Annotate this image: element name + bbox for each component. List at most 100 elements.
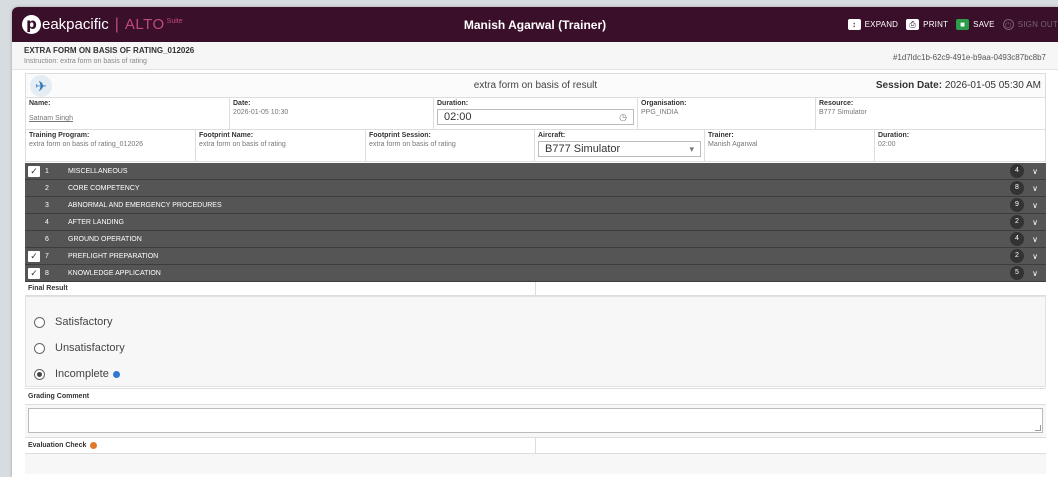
printer-icon: ⎙: [906, 19, 920, 30]
section-row[interactable]: ✓ 7 PREFLIGHT PREPARATION 2 ∨: [25, 248, 1046, 265]
expand-icon: ↕: [847, 19, 861, 30]
section-row[interactable]: 4 AFTER LANDING 2 ∨: [25, 214, 1046, 231]
section-title: ABNORMAL AND EMERGENCY PROCEDURES: [68, 201, 222, 209]
form-content: ✈ extra form on basis of result Session …: [12, 70, 1058, 474]
radio-incomplete[interactable]: Incomplete: [34, 361, 1037, 387]
brand-alto: ALTO: [124, 16, 165, 33]
radio-unsatisfactory[interactable]: Unsatisfactory: [34, 335, 1037, 361]
brand-divider: |: [114, 15, 119, 33]
date-value: 2026-01-05 10:30: [233, 109, 289, 116]
chevron-down-icon[interactable]: ∨: [1024, 167, 1046, 176]
chevron-down-icon[interactable]: ∨: [1024, 252, 1046, 261]
radio-circle-selected[interactable]: [34, 368, 45, 380]
chevron-down-icon[interactable]: ∨: [1024, 235, 1046, 244]
section-row[interactable]: 2 CORE COMPETENCY 8 ∨: [25, 180, 1046, 197]
section-title: MISCELLANEOUS: [68, 167, 128, 175]
print-button[interactable]: ⎙ PRINT: [906, 19, 948, 30]
section-count: 4: [1010, 164, 1024, 178]
final-result-label: Final Result: [25, 282, 536, 295]
chevron-down-icon[interactable]: ∨: [1024, 269, 1046, 278]
aircraft-select-value: B777 Simulator: [545, 143, 621, 155]
resource-label: Resource:: [819, 100, 854, 107]
section-title: KNOWLEDGE APPLICATION: [68, 269, 161, 277]
footprint-session-label: Footprint Session:: [369, 132, 431, 139]
form-instruction: Instruction: extra form on basis of rati…: [24, 58, 147, 65]
section-row[interactable]: ✓ 8 KNOWLEDGE APPLICATION 5 ∨: [25, 265, 1046, 282]
section-number: 1: [45, 167, 49, 175]
resource-cell: Resource: B777 Simulator: [816, 98, 1046, 129]
date-label: Date:: [233, 100, 251, 107]
section-number: 4: [45, 218, 49, 226]
save-button[interactable]: ■ SAVE: [956, 19, 995, 30]
sign-out-button[interactable]: ⏻ SIGN OUT: [1002, 19, 1058, 30]
footprint-name-cell: Footprint Name: extra form on basis of r…: [196, 130, 366, 161]
trainee-name-link[interactable]: Satnam Singh: [29, 115, 226, 122]
chevron-down-icon[interactable]: ∨: [1024, 218, 1046, 227]
info-row-2: Training Program: extra form on basis of…: [25, 130, 1046, 162]
section-row[interactable]: ✓ 1 MISCELLANEOUS 4 ∨: [25, 163, 1046, 180]
form-name: extra form on basis of result: [473, 80, 598, 91]
section-title: CORE COMPETENCY: [68, 184, 140, 192]
check-icon: ✓: [28, 250, 40, 262]
radio-label: Incomplete: [55, 368, 109, 380]
expand-label: EXPAND: [864, 20, 899, 29]
section-title: AFTER LANDING: [68, 218, 125, 226]
grading-comment-textarea[interactable]: [28, 408, 1043, 433]
chevron-down-icon[interactable]: ∨: [1024, 201, 1046, 210]
section-title: PREFLIGHT PREPARATION: [68, 252, 159, 260]
date-cell: Date: 2026-01-05 10:30: [230, 98, 434, 129]
app-frame: p eakpacific | ALTO Suite Manish Agarwal…: [12, 7, 1058, 477]
footprint-name-value: extra form on basis of rating: [199, 141, 286, 148]
logo-p-icon: p: [22, 15, 41, 34]
warning-dot-icon: [90, 442, 98, 449]
section-number: 3: [45, 201, 49, 209]
section-count: 2: [1010, 215, 1024, 229]
section-row[interactable]: 6 GROUND OPERATION 4 ∨: [25, 231, 1046, 248]
duration-cell: Duration: 02:00 ◷: [434, 98, 638, 129]
section-number: 7: [45, 252, 49, 260]
expand-button[interactable]: ↕ EXPAND: [847, 19, 899, 30]
evaluation-check-label-wrap: Evaluation Check: [25, 438, 536, 453]
duration-input[interactable]: 02:00 ◷: [437, 109, 634, 125]
program-cell: Training Program: extra form on basis of…: [26, 130, 196, 161]
section-list: ✓ 1 MISCELLANEOUS 4 ∨ 2 CORE COMPETENCY …: [25, 163, 1046, 282]
duration2-cell: Duration: 02:00: [875, 130, 1046, 161]
final-result-options: Satisfactory Unsatisfactory Incomplete: [25, 296, 1046, 387]
save-label: SAVE: [973, 20, 995, 29]
section-count: 8: [1010, 181, 1024, 195]
section-row[interactable]: 3 ABNORMAL AND EMERGENCY PROCEDURES 9 ∨: [25, 197, 1046, 214]
top-bar: p eakpacific | ALTO Suite Manish Agarwal…: [12, 7, 1058, 42]
evaluation-check-label: Evaluation Check: [28, 442, 87, 449]
organisation-label: Organisation:: [641, 100, 687, 107]
print-label: PRINT: [923, 20, 949, 29]
aircraft-cell: Aircraft: B777 Simulator ▾: [535, 130, 705, 161]
check-icon: ✓: [28, 165, 40, 177]
final-result-header: Final Result: [25, 282, 1046, 296]
footprint-session-value: extra form on basis of rating: [369, 141, 456, 148]
section-number: 8: [45, 269, 49, 277]
radio-circle[interactable]: [34, 316, 45, 328]
radio-satisfactory[interactable]: Satisfactory: [34, 309, 1037, 335]
duration2-value: 02:00: [878, 141, 896, 148]
form-title-bar: ✈ extra form on basis of result Session …: [25, 73, 1046, 98]
chevron-down-icon[interactable]: ∨: [1024, 184, 1046, 193]
evaluation-check-area: [25, 454, 1046, 474]
caret-down-icon: ▾: [689, 143, 694, 154]
section-count: 5: [1010, 266, 1024, 280]
duration-input-value: 02:00: [444, 111, 472, 123]
sign-out-label: SIGN OUT: [1017, 20, 1058, 29]
radio-circle[interactable]: [34, 342, 45, 354]
form-id: #1d7ldc1b-62c9-491e-b9aa-0493c87bc8b7: [892, 53, 1046, 62]
form-title: EXTRA FORM ON BASIS OF RATING_012026: [24, 46, 195, 55]
resource-value: B777 Simulator: [819, 109, 867, 116]
duration-label: Duration:: [437, 100, 469, 107]
form-header: EXTRA FORM ON BASIS OF RATING_012026 Ins…: [12, 42, 1058, 70]
name-cell: Name: Satnam Singh: [26, 98, 230, 129]
brand-name: eakpacific: [42, 16, 109, 33]
trainer-label: Trainer:: [708, 132, 734, 139]
aircraft-select[interactable]: B777 Simulator ▾: [538, 141, 701, 157]
radio-label: Satisfactory: [55, 316, 113, 328]
organisation-cell: Organisation: PPG_INDIA: [638, 98, 816, 129]
radio-label: Unsatisfactory: [55, 342, 125, 354]
status-dot-icon: [112, 370, 120, 378]
